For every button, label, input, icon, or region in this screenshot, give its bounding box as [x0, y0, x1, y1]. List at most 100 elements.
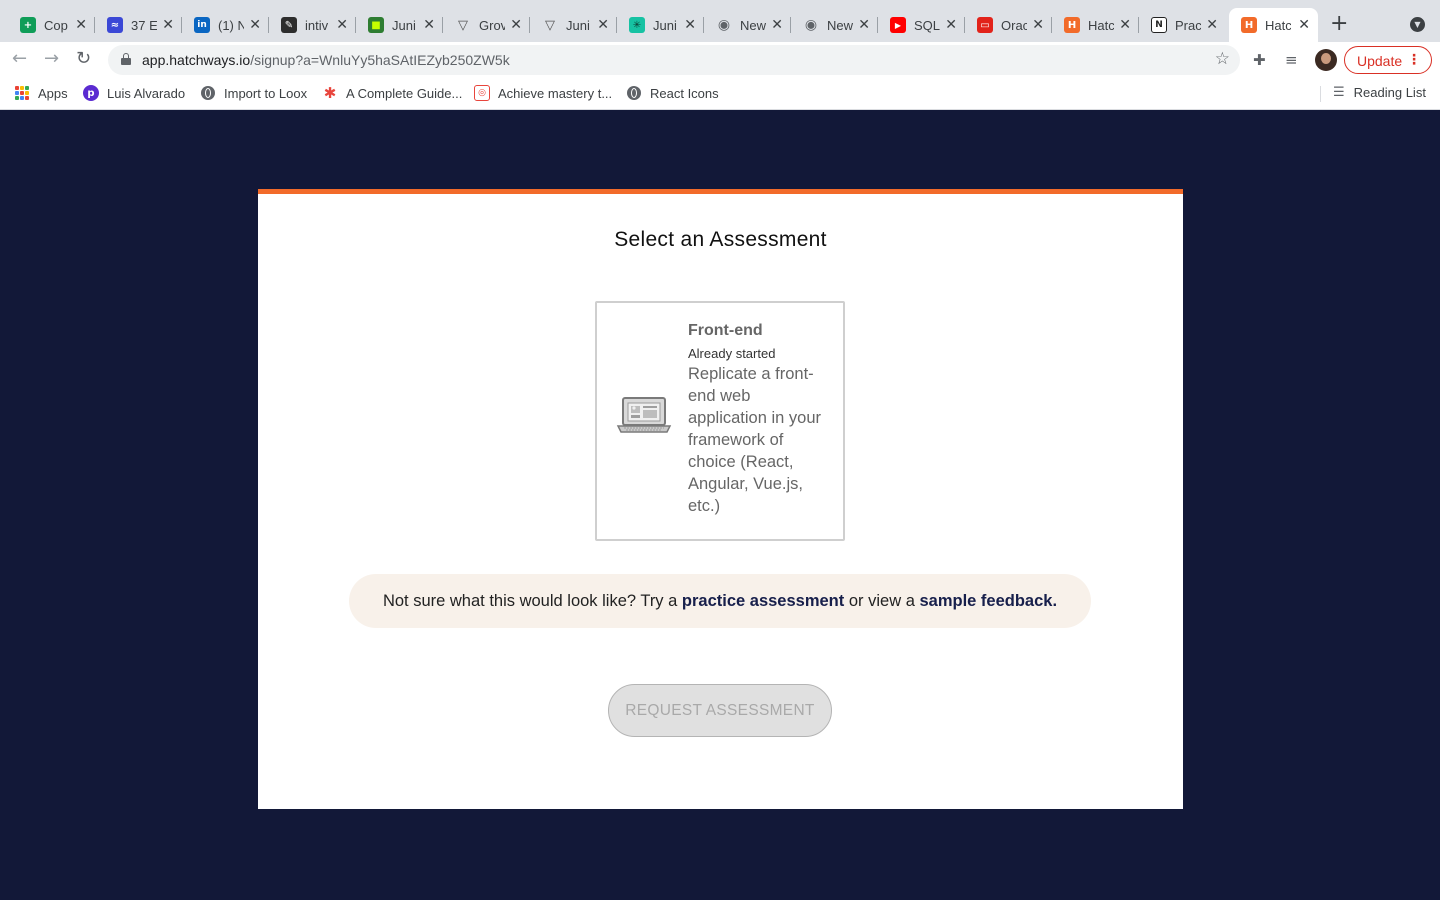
assessment-card: Select an Assessment Front-end Already s… — [258, 189, 1183, 809]
bookmark-label: Import to Loox — [224, 85, 308, 101]
browser-tab[interactable]: in (1) N ✕ — [182, 8, 269, 42]
tab-title: (1) N — [218, 17, 244, 33]
update-button[interactable]: Update ⋮ — [1344, 46, 1432, 74]
hatchways-icon: H — [1064, 17, 1080, 33]
hint-text: or view a — [844, 592, 920, 610]
tab-title: Orac — [1001, 17, 1027, 33]
reading-list-button[interactable]: ☰ Reading List — [1333, 85, 1426, 100]
close-tab-icon[interactable]: ✕ — [423, 17, 435, 33]
browser-tab[interactable]: ✎ intiv ✕ — [269, 8, 356, 42]
browser-tab[interactable]: N Prac ✕ — [1139, 8, 1226, 42]
linkedin-icon: in — [194, 17, 210, 33]
more-menu-icon[interactable]: ⋮ — [1407, 51, 1421, 69]
reload-icon[interactable]: ↻ — [76, 49, 91, 69]
sample-hint-banner: Not sure what this would look like? Try … — [349, 574, 1091, 628]
bookmark-label: Apps — [38, 85, 68, 101]
bookmark-star-icon[interactable]: ☆ — [1215, 49, 1230, 69]
browser-tab[interactable]: ▭ Orac ✕ — [965, 8, 1052, 42]
browser-tab[interactable]: ▽ Juni ✕ — [530, 8, 617, 42]
browser-tab[interactable]: ■ Juni ✕ — [356, 8, 443, 42]
bookmark-label: React Icons — [650, 85, 719, 101]
browser-tab[interactable]: ◉ New ✕ — [704, 8, 791, 42]
sample-feedback-link[interactable]: sample feedback — [919, 592, 1052, 610]
apps-grid-icon — [14, 85, 30, 101]
extensions-icon[interactable]: ✚ — [1253, 51, 1266, 69]
update-label: Update — [1357, 53, 1403, 69]
green-app-icon: ■ — [368, 17, 384, 33]
teal-app-icon: ✳ — [629, 17, 645, 33]
bookmark-import-to-loox[interactable]: Import to Loox — [200, 85, 307, 101]
close-tab-icon[interactable]: ✕ — [75, 17, 87, 33]
close-tab-icon[interactable]: ✕ — [771, 17, 783, 33]
bookmarks-divider — [1320, 86, 1321, 102]
close-tab-icon[interactable]: ✕ — [684, 17, 696, 33]
assessment-description: Replicate a front-end web application in… — [688, 365, 821, 515]
bookmark-achieve-mastery[interactable]: ◎ Achieve mastery t... — [474, 85, 612, 101]
tab-title: Juni — [566, 17, 590, 33]
browser-tab[interactable]: + Cop ✕ — [8, 8, 95, 42]
close-tab-icon[interactable]: ✕ — [1032, 17, 1044, 33]
address-bar[interactable]: app.hatchways.io/signup?a=WnluYy5haSAtIE… — [108, 45, 1240, 75]
close-tab-icon[interactable]: ✕ — [597, 17, 609, 33]
assessment-status: Already started — [688, 346, 776, 361]
sheets-icon: + — [20, 17, 36, 33]
hint-text: . — [1052, 592, 1058, 610]
tab-title: New — [827, 17, 853, 33]
page-background: Select an Assessment Front-end Already s… — [0, 111, 1440, 900]
assessment-name: Front-end — [688, 322, 763, 339]
youtube-icon: ▶ — [890, 17, 906, 33]
bookmark-react-icons[interactable]: React Icons — [626, 85, 719, 101]
globe-icon — [200, 85, 216, 101]
tab-title: Grov — [479, 17, 505, 33]
close-tab-icon[interactable]: ✕ — [249, 17, 261, 33]
tab-strip: + Cop ✕ ≈ 37 E ✕ in (1) N ✕ ✎ intiv ✕ ■ … — [0, 0, 1440, 42]
tab-search-icon[interactable]: ▼ — [1410, 17, 1425, 32]
page-title: Select an Assessment — [614, 228, 827, 251]
assessment-option-frontend[interactable]: Front-end Already started Replicate a fr… — [595, 301, 845, 541]
close-tab-icon[interactable]: ✕ — [1298, 17, 1310, 33]
lock-icon — [121, 53, 131, 65]
browser-tab[interactable]: ≈ 37 E ✕ — [95, 8, 182, 42]
close-tab-icon[interactable]: ✕ — [945, 17, 957, 33]
bookmark-complete-guide[interactable]: ✱ A Complete Guide... — [322, 84, 463, 102]
notion-icon: N — [1151, 17, 1167, 33]
forward-icon[interactable]: → — [44, 49, 59, 69]
bookmark-luis-alvarado[interactable]: p Luis Alvarado — [83, 85, 185, 101]
tab-title: Hatc — [1265, 17, 1291, 33]
new-tab-icon[interactable]: + — [1330, 13, 1348, 35]
triangle-icon: ▽ — [545, 17, 555, 33]
tab-title: 37 E — [131, 17, 157, 33]
close-tab-icon[interactable]: ✕ — [162, 17, 174, 33]
pen-icon: ✎ — [281, 17, 297, 33]
close-tab-icon[interactable]: ✕ — [336, 17, 348, 33]
browser-tab[interactable]: ▶ SQL ✕ — [878, 8, 965, 42]
close-tab-icon[interactable]: ✕ — [858, 17, 870, 33]
browser-tab[interactable]: H Hatc ✕ — [1052, 8, 1139, 42]
tab-title: Hatc — [1088, 17, 1114, 33]
bookmark-apps[interactable]: Apps — [14, 85, 68, 101]
globe-icon — [626, 85, 642, 101]
bookmarks-bar: Apps p Luis Alvarado Import to Loox ✱ A … — [0, 78, 1440, 110]
media-control-icon[interactable]: ≡ — [1285, 51, 1298, 69]
browser-tab[interactable]: ◉ New ✕ — [791, 8, 878, 42]
browser-tab[interactable]: ✳ Juni ✕ — [617, 8, 704, 42]
practice-assessment-link[interactable]: practice assessment — [682, 592, 844, 610]
profile-avatar[interactable] — [1315, 49, 1337, 71]
profile-p-icon: p — [83, 85, 99, 101]
tab-title: New — [740, 17, 766, 33]
close-tab-icon[interactable]: ✕ — [1119, 17, 1131, 33]
bookmark-label: Achieve mastery t... — [498, 85, 613, 101]
browser-tab-active[interactable]: H Hatc ✕ — [1229, 8, 1318, 42]
close-tab-icon[interactable]: ✕ — [510, 17, 522, 33]
chrome-icon: ◉ — [804, 17, 818, 33]
url-text: app.hatchways.io/signup?a=WnluYy5haSAtIE… — [142, 52, 510, 68]
tab-title: Prac — [1175, 17, 1201, 33]
close-tab-icon[interactable]: ✕ — [1206, 17, 1218, 33]
request-assessment-button[interactable]: REQUEST ASSESSMENT — [608, 684, 832, 737]
back-icon[interactable]: ← — [12, 49, 27, 69]
tab-title: Cop — [44, 17, 68, 33]
asterisk-icon: ✱ — [323, 84, 337, 102]
chrome-icon: ◉ — [717, 17, 731, 33]
tab-title: SQL — [914, 17, 940, 33]
browser-tab[interactable]: ▽ Grov ✕ — [443, 8, 530, 42]
